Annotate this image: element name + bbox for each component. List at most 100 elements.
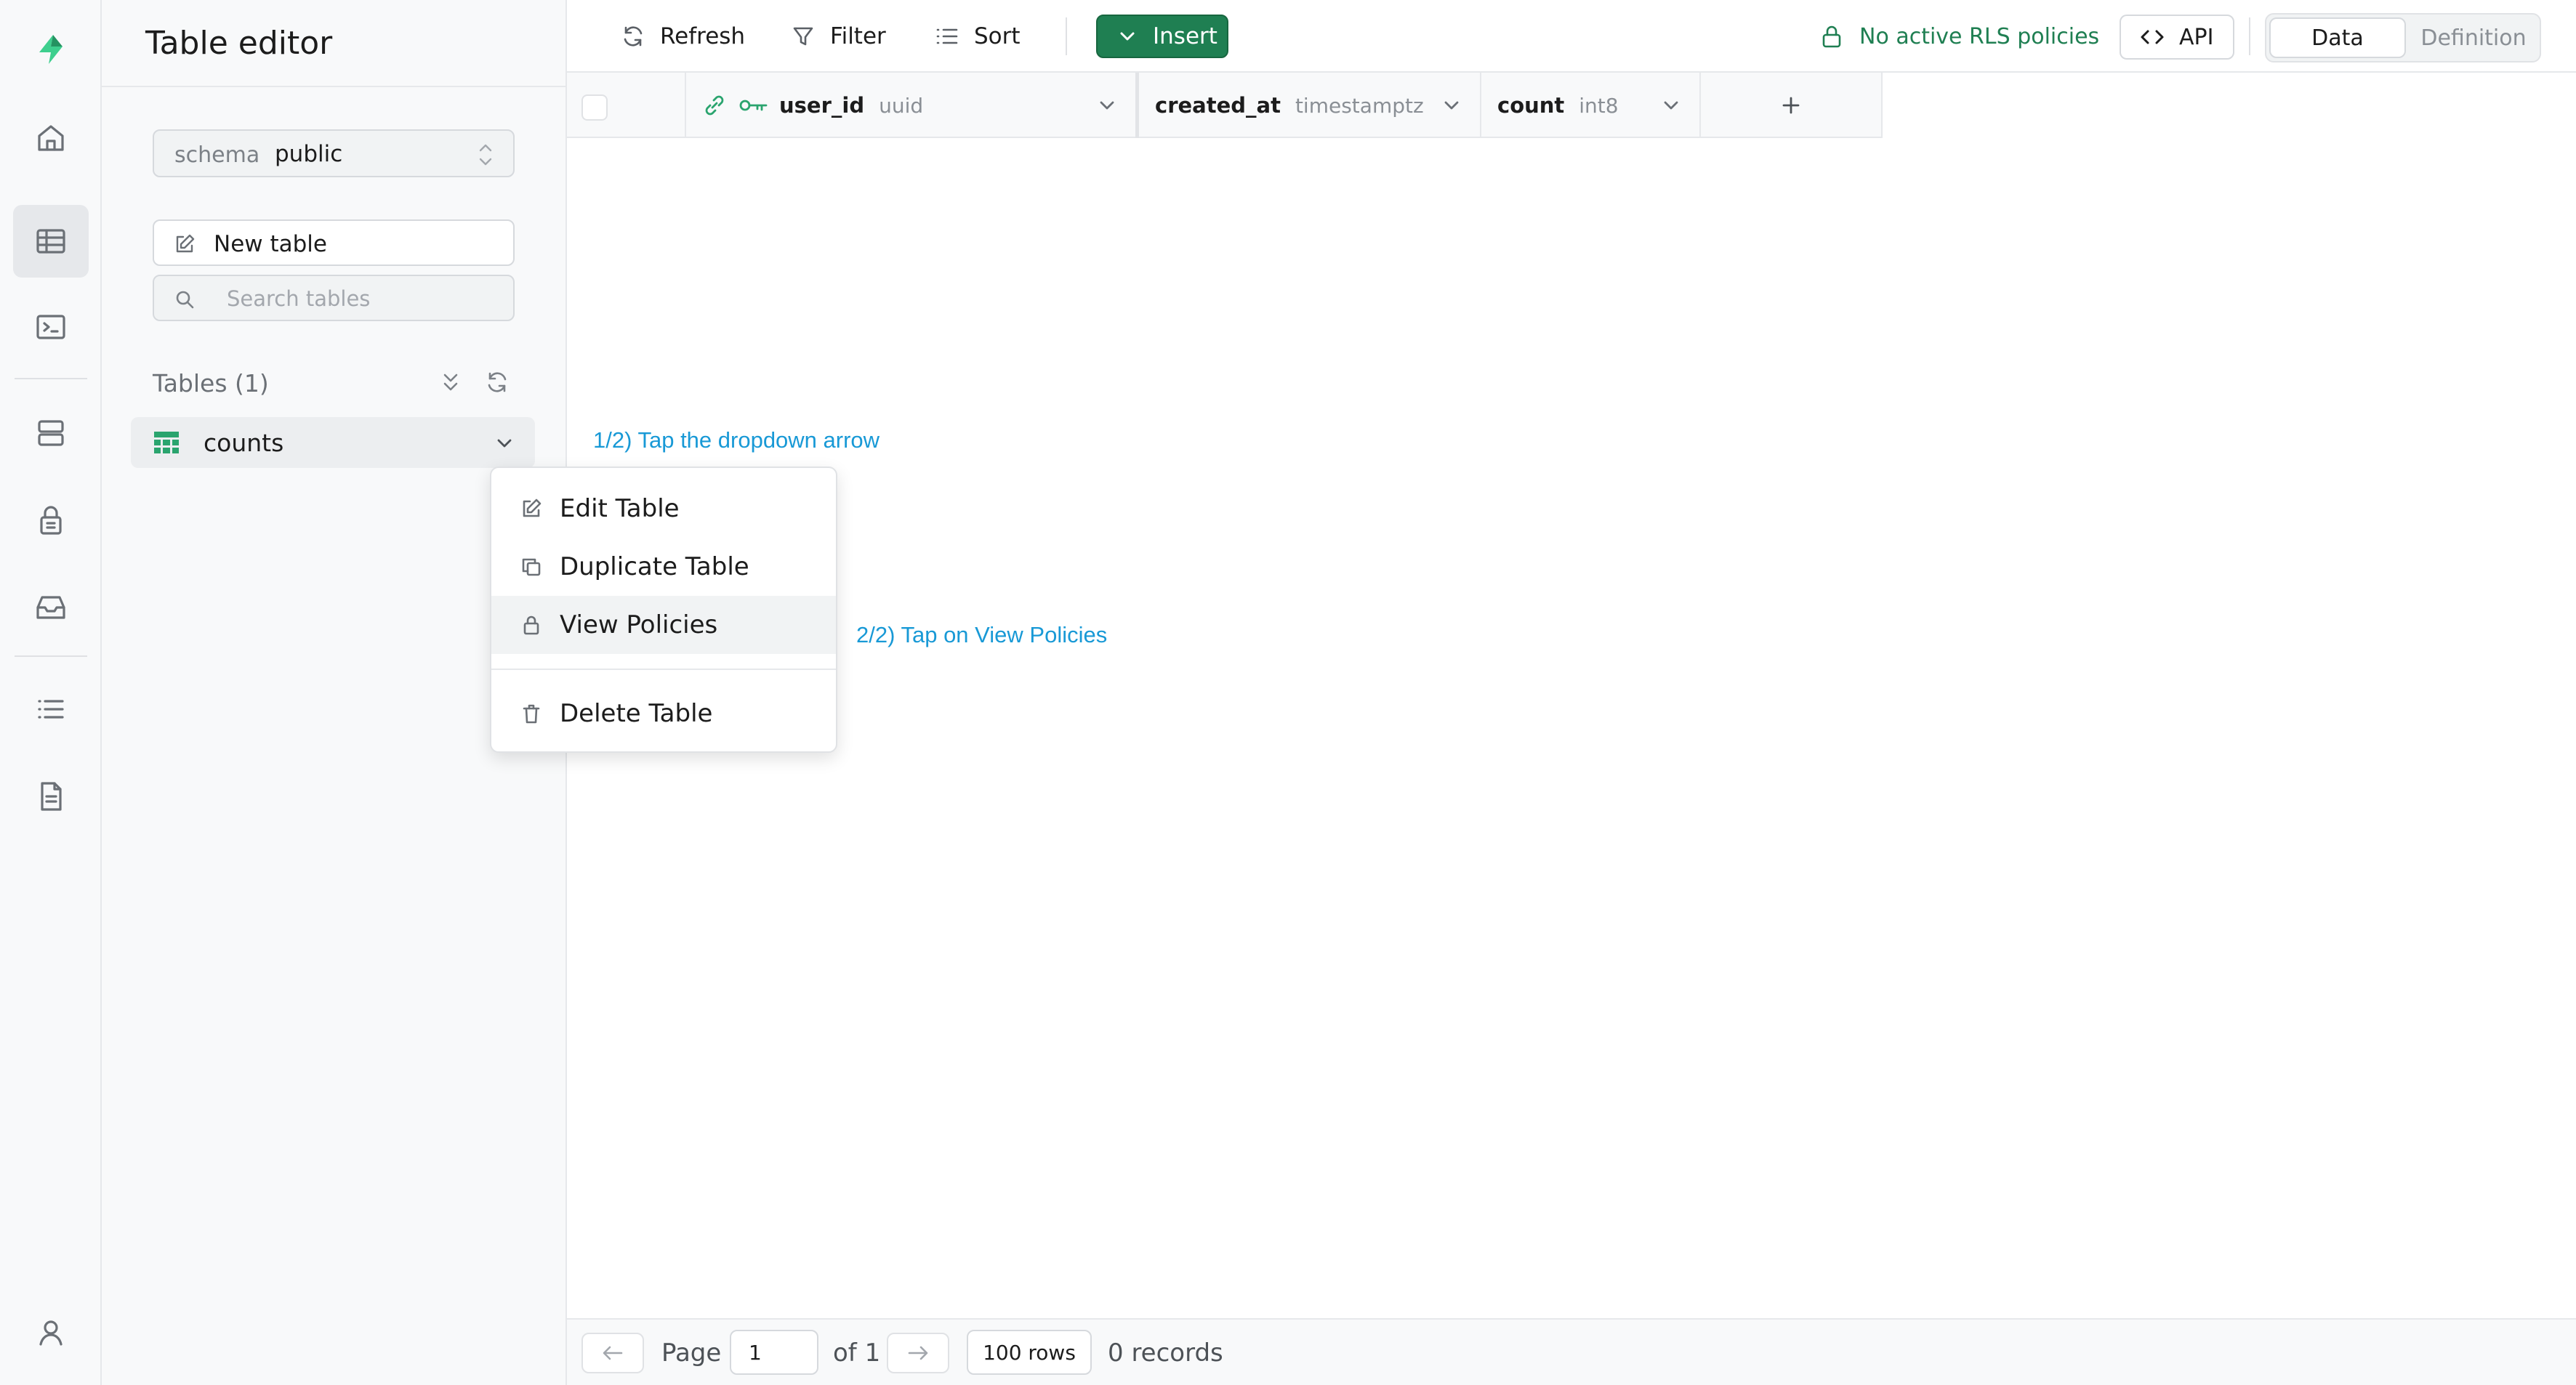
new-table-label: New table	[214, 231, 327, 257]
menu-item-label: Delete Table	[560, 699, 713, 728]
pagination-footer: Page of 1 100 rows 0 records	[567, 1318, 2576, 1385]
column-header-user-id[interactable]: user_id uuid	[685, 73, 1135, 138]
add-column-button[interactable]	[1699, 73, 1883, 138]
api-label: API	[2179, 24, 2214, 50]
search-tables-input[interactable]	[227, 283, 488, 314]
view-definition-tab[interactable]: Definition	[2409, 17, 2538, 58]
link-icon	[705, 95, 724, 116]
code-icon	[2141, 30, 2164, 44]
schema-label: schema	[174, 142, 260, 168]
column-name: count	[1497, 93, 1565, 118]
schema-value: public	[275, 141, 343, 167]
rls-status-link[interactable]: No active RLS policies	[1820, 16, 2099, 57]
api-button[interactable]: API	[2120, 15, 2234, 60]
arrow-right-icon	[908, 1346, 928, 1360]
search-tables-box[interactable]	[153, 275, 515, 321]
new-table-button[interactable]: New table	[153, 219, 515, 266]
column-type: timestamptz	[1295, 93, 1424, 118]
menu-item-delete-table[interactable]: Delete Table	[491, 685, 836, 743]
grid-header: user_id uuid created_at timestamptz coun…	[567, 73, 1883, 138]
primary-key-icon	[739, 100, 768, 111]
schema-select[interactable]: schema public	[153, 129, 515, 177]
rail-divider	[15, 378, 87, 379]
tables-heading: Tables (1)	[153, 369, 269, 397]
collapse-all-icon[interactable]	[438, 369, 464, 395]
edit-icon	[523, 498, 542, 517]
menu-item-label: Duplicate Table	[560, 552, 749, 581]
table-list-item-counts[interactable]: counts	[131, 417, 535, 468]
plus-icon	[1782, 97, 1800, 114]
hint-step-2: 2/2) Tap on View Policies	[856, 622, 1108, 647]
sql-editor-icon[interactable]	[13, 291, 89, 363]
profile-icon[interactable]	[13, 1296, 89, 1369]
sort-icon	[936, 28, 958, 44]
view-toggle: Data Definition	[2265, 13, 2541, 62]
table-icon	[154, 432, 179, 453]
icon-rail	[0, 0, 102, 1385]
trash-icon	[523, 704, 540, 724]
filter-label: Filter	[830, 23, 886, 49]
sort-label: Sort	[974, 23, 1021, 49]
edit-icon	[176, 234, 195, 253]
logs-icon[interactable]	[13, 673, 89, 746]
rail-divider	[15, 655, 87, 657]
toolbar-divider	[1066, 17, 1067, 55]
rls-status-label: No active RLS policies	[1859, 23, 2100, 49]
refresh-button[interactable]: Refresh	[621, 16, 745, 57]
refresh-tables-icon[interactable]	[484, 369, 510, 395]
docs-icon[interactable]	[13, 760, 89, 833]
column-header-created-at[interactable]: created_at timestamptz	[1135, 73, 1480, 138]
home-icon[interactable]	[13, 102, 89, 174]
page-number-input[interactable]	[730, 1330, 818, 1375]
database-icon[interactable]	[13, 397, 89, 469]
records-count: 0 records	[1108, 1338, 1223, 1368]
menu-item-duplicate-table[interactable]: Duplicate Table	[491, 538, 836, 596]
column-name: user_id	[779, 93, 865, 118]
next-page-button[interactable]	[887, 1333, 949, 1373]
previous-page-button[interactable]	[581, 1333, 644, 1373]
filter-icon	[793, 27, 813, 46]
chevron-down-icon[interactable]	[1662, 96, 1681, 115]
insert-label: Insert	[1153, 23, 1217, 49]
column-type: uuid	[879, 93, 924, 118]
menu-item-label: Edit Table	[560, 494, 680, 523]
lock-icon	[1822, 25, 1841, 48]
table-editor-icon[interactable]	[13, 205, 89, 278]
select-all-checkbox[interactable]	[581, 94, 608, 121]
column-type: int8	[1579, 93, 1619, 118]
sort-button[interactable]: Sort	[935, 16, 1021, 57]
copy-icon	[522, 558, 541, 576]
rows-per-page-select[interactable]: 100 rows	[967, 1330, 1092, 1375]
chevron-down-icon[interactable]	[494, 433, 515, 453]
refresh-label: Refresh	[660, 23, 746, 49]
filter-button[interactable]: Filter	[791, 16, 886, 57]
chevron-down-icon[interactable]	[1098, 96, 1116, 115]
auth-lock-icon[interactable]	[13, 484, 89, 557]
sidebar-header: Table editor	[102, 0, 567, 87]
insert-button[interactable]: Insert	[1096, 15, 1228, 58]
page-total: of 1	[833, 1338, 881, 1368]
arrow-left-icon	[603, 1346, 623, 1360]
hint-step-1: 1/2) Tap the dropdown arrow	[593, 427, 880, 453]
view-data-tab[interactable]: Data	[2269, 17, 2406, 58]
refresh-icon	[624, 26, 643, 47]
lock-icon	[523, 615, 539, 635]
chevron-up-down-icon	[479, 144, 492, 166]
menu-item-label: View Policies	[560, 610, 718, 639]
toolbar-divider	[2249, 17, 2250, 55]
column-name: created_at	[1155, 93, 1281, 118]
chevron-down-icon[interactable]	[1442, 96, 1461, 115]
grid-toolbar: Refresh Filter Sort Insert No active RLS…	[567, 0, 2576, 73]
chevron-down-icon	[1120, 32, 1135, 41]
page-title: Table editor	[145, 25, 333, 62]
page-label: Page	[661, 1338, 722, 1368]
column-header-count[interactable]: count int8	[1480, 73, 1699, 138]
search-icon	[176, 291, 194, 309]
table-context-menu: Edit Table Duplicate Table View Policies…	[490, 467, 837, 753]
table-name: counts	[204, 429, 284, 457]
menu-item-view-policies[interactable]: View Policies	[491, 596, 836, 654]
menu-item-edit-table[interactable]: Edit Table	[491, 480, 836, 538]
storage-icon[interactable]	[13, 571, 89, 644]
menu-separator	[491, 669, 836, 670]
supabase-logo-icon[interactable]	[13, 13, 89, 86]
